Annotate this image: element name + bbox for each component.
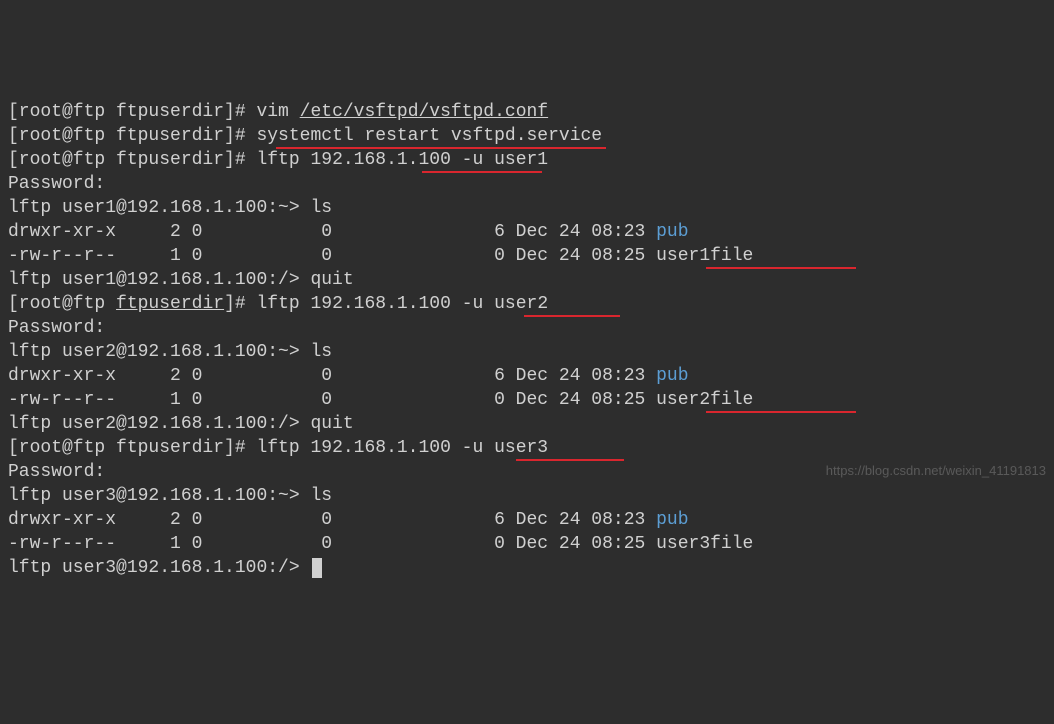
- terminal-line: lftp user3@192.168.1.100:/>: [8, 556, 1046, 580]
- terminal-line: lftp user3@192.168.1.100:~> ls: [8, 484, 1046, 508]
- shell-prompt: [root@ftp ftpuserdir]#: [8, 294, 256, 314]
- output-text: Password:: [8, 174, 105, 194]
- file-name: user1file: [656, 246, 753, 266]
- terminal-output[interactable]: [root@ftp ftpuserdir]# vim /etc/vsftpd/v…: [8, 100, 1046, 580]
- terminal-line: drwxr-xr-x 2 0 0 6 Dec 24 08:23 pub: [8, 364, 1046, 388]
- shell-prompt: [root@ftp ftpuserdir]#: [8, 150, 256, 170]
- terminal-line: drwxr-xr-x 2 0 0 6 Dec 24 08:23 pub: [8, 508, 1046, 532]
- output-text: Password:: [8, 318, 105, 338]
- terminal-line: lftp user1@192.168.1.100:~> ls: [8, 196, 1046, 220]
- terminal-line: drwxr-xr-x 2 0 0 6 Dec 24 08:23 pub: [8, 220, 1046, 244]
- file-name: user3file: [656, 534, 753, 554]
- terminal-line: [root@ftp ftpuserdir]# lftp 192.168.1.10…: [8, 148, 1046, 172]
- shell-prompt: [root@ftp ftpuserdir]#: [8, 102, 256, 122]
- command: systemctl restart vsftpd.service: [256, 126, 602, 146]
- file-name: pub: [656, 366, 688, 386]
- terminal-line: -rw-r--r-- 1 0 0 0 Dec 24 08:25 user3fil…: [8, 532, 1046, 556]
- output-text: lftp user3@192.168.1.100:~> ls: [8, 486, 332, 506]
- output-text: lftp user3@192.168.1.100:/>: [8, 558, 310, 578]
- file-name: pub: [656, 510, 688, 530]
- output-text: Password:: [8, 462, 105, 482]
- command: lftp 192.168.1.100 -u user3: [256, 438, 548, 458]
- terminal-line: -rw-r--r-- 1 0 0 0 Dec 24 08:25 user2fil…: [8, 388, 1046, 412]
- watermark: https://blog.csdn.net/weixin_41191813: [826, 459, 1046, 483]
- command: lftp 192.168.1.100 -u user2: [256, 294, 548, 314]
- file-name: user2file: [656, 390, 753, 410]
- terminal-line: lftp user2@192.168.1.100:~> ls: [8, 340, 1046, 364]
- file-name: pub: [656, 222, 688, 242]
- output-text: lftp user1@192.168.1.100:~> ls: [8, 198, 332, 218]
- command: lftp 192.168.1.100 -u user1: [256, 150, 548, 170]
- terminal-line: [root@ftp ftpuserdir]# lftp 192.168.1.10…: [8, 436, 1046, 460]
- output-text: lftp user1@192.168.1.100:/> quit: [8, 270, 354, 290]
- terminal-line: [root@ftp ftpuserdir]# systemctl restart…: [8, 124, 1046, 148]
- terminal-line: -rw-r--r-- 1 0 0 0 Dec 24 08:25 user1fil…: [8, 244, 1046, 268]
- terminal-line: lftp user2@192.168.1.100:/> quit: [8, 412, 1046, 436]
- output-text: lftp user2@192.168.1.100:~> ls: [8, 342, 332, 362]
- shell-prompt: [root@ftp ftpuserdir]#: [8, 438, 256, 458]
- terminal-line: Password:: [8, 316, 1046, 340]
- cursor: [312, 558, 322, 578]
- command: vim /etc/vsftpd/vsftpd.conf: [256, 102, 548, 122]
- terminal-line: Password:: [8, 172, 1046, 196]
- shell-prompt: [root@ftp ftpuserdir]#: [8, 126, 256, 146]
- terminal-line: [root@ftp ftpuserdir]# lftp 192.168.1.10…: [8, 292, 1046, 316]
- terminal-line: lftp user1@192.168.1.100:/> quit: [8, 268, 1046, 292]
- output-text: lftp user2@192.168.1.100:/> quit: [8, 414, 354, 434]
- terminal-line: [root@ftp ftpuserdir]# vim /etc/vsftpd/v…: [8, 100, 1046, 124]
